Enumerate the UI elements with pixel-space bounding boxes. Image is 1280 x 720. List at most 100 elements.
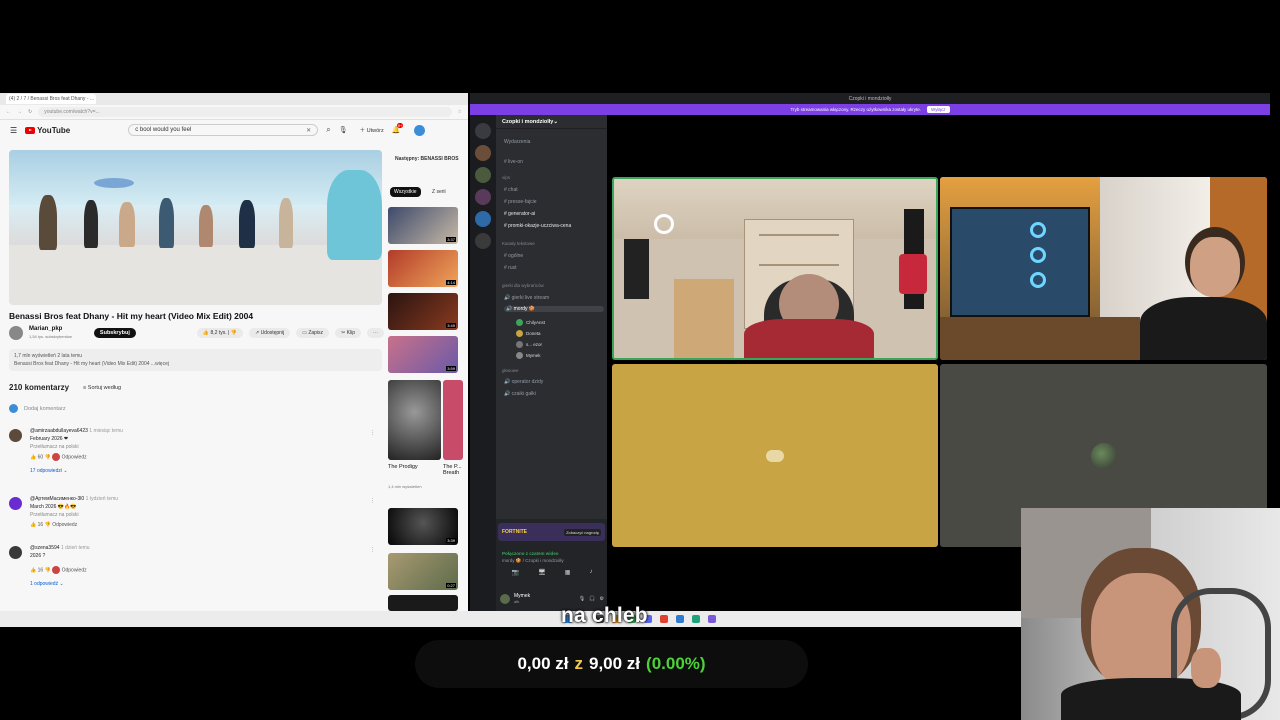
- reload-icon[interactable]: ↻: [28, 109, 32, 115]
- comment-menu-icon[interactable]: ⋮: [370, 546, 375, 554]
- self-avatar[interactable]: [500, 594, 510, 604]
- related-thumb[interactable]: 0:27: [388, 553, 458, 590]
- channel-ogolne[interactable]: # ogólne: [504, 253, 523, 259]
- add-comment-input[interactable]: Dodaj komentarz: [9, 404, 66, 413]
- voice-user[interactable]: ChilyAnst: [516, 319, 545, 326]
- voice-user[interactable]: Mymek: [516, 352, 541, 359]
- comment-avatar[interactable]: [9, 546, 22, 559]
- related-thumb[interactable]: 3:37: [388, 207, 458, 244]
- app-icon[interactable]: [660, 615, 668, 623]
- browser-tab[interactable]: (4) 2 / 7 / Benassi Bros feat Dhany - ..…: [6, 94, 96, 104]
- replies-toggle[interactable]: 17 odpowiedzi ⌄: [30, 467, 123, 475]
- comment-menu-icon[interactable]: ⋮: [370, 429, 375, 437]
- comment-author[interactable]: @АртемМасименко-3l0: [30, 496, 84, 502]
- reply-button[interactable]: Odpowiedz: [62, 454, 87, 460]
- youtube-logo[interactable]: YouTube: [25, 126, 70, 135]
- channel-name[interactable]: Marian_pkp: [29, 326, 72, 333]
- category-voice2[interactable]: głosowe: [502, 368, 519, 373]
- server-icon[interactable]: [475, 145, 491, 161]
- events-link[interactable]: Wydarzenia: [504, 139, 530, 145]
- reply-button[interactable]: Odpowiedz: [62, 567, 87, 573]
- screenshare-icon[interactable]: 🖥: [538, 569, 546, 576]
- disable-streamer-button[interactable]: Wyłącz: [927, 106, 950, 113]
- channel-presse[interactable]: # presse-fajcie: [504, 199, 537, 205]
- voice-gierki[interactable]: 🔊 gierki live stream: [504, 295, 549, 301]
- sort-button[interactable]: ≡ Sortuj według: [83, 385, 121, 391]
- category-text[interactable]: Kanały tekstowe: [502, 241, 535, 246]
- back-icon[interactable]: ←: [6, 109, 11, 115]
- related-thumb[interactable]: 3:39: [388, 508, 458, 545]
- server-icon[interactable]: [475, 233, 491, 249]
- account-avatar[interactable]: [414, 124, 426, 136]
- channel-rust[interactable]: # rust: [504, 265, 517, 271]
- soundboard-icon[interactable]: ♪: [589, 569, 592, 576]
- server-icon[interactable]: [475, 189, 491, 205]
- channel-avatar[interactable]: [9, 326, 23, 340]
- camera-icon[interactable]: 📷: [512, 569, 519, 576]
- fortnite-button[interactable]: Zobaczyć nagrodę: [564, 528, 601, 536]
- app-icon[interactable]: [676, 615, 684, 623]
- big-thumb-title[interactable]: The P... Breath: [443, 464, 465, 476]
- like-button[interactable]: 👍 8,2 tys. | 👎: [196, 328, 243, 338]
- related-thumb[interactable]: 3:49: [388, 293, 458, 330]
- video-player[interactable]: [9, 150, 382, 305]
- settings-icon[interactable]: ⚙: [600, 596, 604, 602]
- server-icon[interactable]: [475, 167, 491, 183]
- more-button[interactable]: ⋯: [367, 328, 384, 338]
- related-thumb-large[interactable]: [443, 380, 463, 460]
- replies-toggle[interactable]: 1 odpowiedź ⌄: [30, 580, 90, 588]
- channel-generator-ai[interactable]: # generator-ai: [504, 211, 535, 217]
- chip-series[interactable]: Z serii: [428, 187, 450, 197]
- related-thumb[interactable]: 3:59: [388, 336, 458, 373]
- video-tile-pc[interactable]: [940, 177, 1267, 360]
- related-thumb[interactable]: [388, 595, 458, 611]
- app-icon[interactable]: [692, 615, 700, 623]
- share-button[interactable]: ↗ Udostępnij: [248, 328, 291, 338]
- search-icon[interactable]: ⌕: [326, 125, 330, 135]
- voice-operator[interactable]: 🔊 operator dzidy: [504, 379, 543, 385]
- star-icon[interactable]: ☆: [458, 109, 462, 115]
- menu-icon[interactable]: ☰: [10, 126, 17, 135]
- comment-menu-icon[interactable]: ⋮: [370, 497, 375, 505]
- bell-icon[interactable]: 🔔 9+: [392, 123, 404, 134]
- chip-all[interactable]: Wszystkie: [390, 187, 421, 197]
- save-button[interactable]: ▭ Zapisz: [296, 328, 330, 338]
- reply-button[interactable]: Odpowiedz: [52, 522, 77, 528]
- comment-author[interactable]: @szena3594: [30, 545, 60, 551]
- channel-chat[interactable]: # chat: [504, 187, 518, 193]
- headphone-icon[interactable]: 🎧: [589, 596, 595, 602]
- forward-icon[interactable]: →: [17, 109, 22, 115]
- video-description[interactable]: 1,7 mln wyświetleń 2 lata temu Benassi B…: [9, 349, 382, 371]
- clip-button[interactable]: ✂ Klip: [335, 328, 361, 338]
- channel-promki[interactable]: # promki-okazje-uczciwa-cena: [504, 223, 571, 229]
- subscribe-button[interactable]: Subskrybuj: [93, 328, 136, 338]
- fortnite-promo[interactable]: FORTNITE Zobaczyć nagrodę: [498, 523, 605, 541]
- voice-czaiki[interactable]: 🔊 czaiki gałki: [504, 391, 536, 397]
- mic-toggle-icon[interactable]: 🎙: [579, 596, 585, 602]
- related-thumb-large[interactable]: [388, 380, 441, 460]
- translate-link[interactable]: Przetłumacz na polski: [30, 511, 118, 519]
- search-input[interactable]: c bool would you feel ✕: [128, 124, 319, 136]
- address-bar[interactable]: youtube.com/watch?v=...: [38, 107, 452, 117]
- category-voice[interactable]: gierki dla wybrańców: [502, 283, 544, 288]
- comment-avatar[interactable]: [9, 497, 22, 510]
- voice-mordy[interactable]: 🔊 mordy 🍪: [504, 306, 604, 312]
- voice-user[interactable]: Doneta: [516, 330, 541, 337]
- mic-icon[interactable]: 🎙: [339, 126, 348, 134]
- translate-link[interactable]: Przetłumacz na polski: [30, 443, 123, 451]
- channel-live-on[interactable]: # live-on: [504, 159, 523, 165]
- related-thumb[interactable]: 4:14: [388, 250, 458, 287]
- comment-author[interactable]: @amirzaabdullayeva6423: [30, 428, 88, 434]
- server-icon[interactable]: [475, 211, 491, 227]
- server-name[interactable]: Czopki i mondziolły ⌄: [496, 115, 607, 129]
- activities-icon[interactable]: ▦: [565, 569, 571, 576]
- voice-user[interactable]: s... ezor: [516, 341, 542, 348]
- server-icon[interactable]: [475, 123, 491, 139]
- category-vips[interactable]: vips: [502, 175, 510, 180]
- comment-avatar[interactable]: [9, 429, 22, 442]
- app-icon[interactable]: [708, 615, 716, 623]
- create-button[interactable]: ＋ Utwórz: [360, 126, 384, 134]
- video-tile-avatar-yellow[interactable]: [612, 364, 938, 547]
- big-thumb-title[interactable]: The Prodigy: [388, 464, 418, 470]
- video-tile-room[interactable]: [612, 177, 938, 360]
